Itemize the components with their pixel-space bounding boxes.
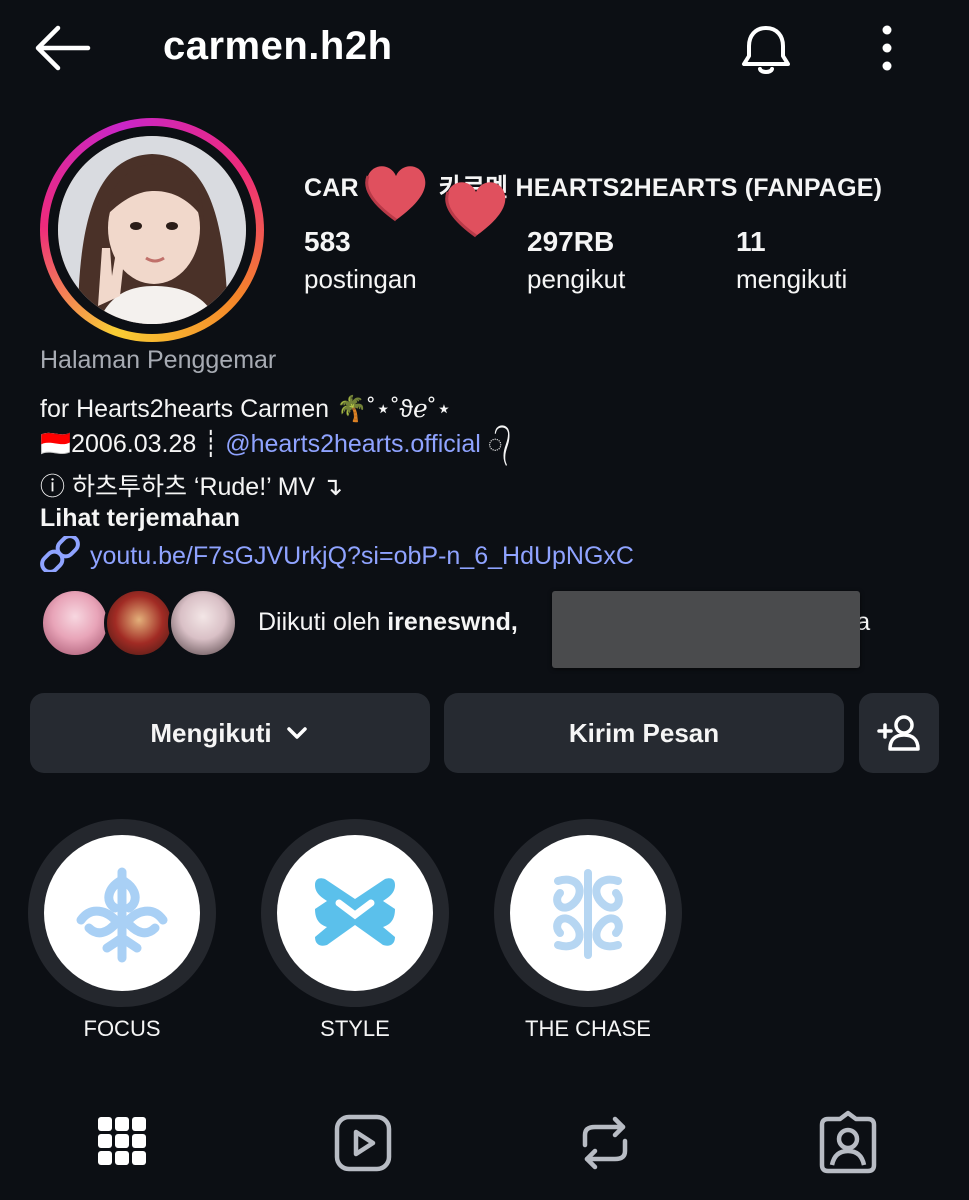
mention-link[interactable]: @hearts2hearts.official [225,430,481,458]
followers-label: pengikut [527,264,626,294]
repost-icon [582,1116,628,1170]
redaction-box [552,591,860,668]
profile-link[interactable]: youtu.be/F7sGJVUrkjQ?si=obP-n_6_HdUpNGxC [40,534,634,574]
the-chase-logo-icon [553,869,623,959]
chevron-down-icon [286,727,307,739]
reels-icon [334,1114,392,1172]
highlight-label: STYLE [320,1016,390,1041]
add-user-icon [877,715,920,751]
followers-count: 297RB [527,226,615,257]
mutual-follower-avatar[interactable] [40,588,110,658]
more-options-button[interactable] [870,22,904,74]
back-button[interactable] [30,22,94,74]
following-count: 11 [736,226,766,257]
message-button[interactable]: Kirim Pesan [444,693,844,773]
posts-count: 583 [304,226,351,257]
highlight-focus[interactable] [28,819,216,1007]
bell-icon [742,26,790,74]
tagged-icon [819,1110,877,1174]
notification-button[interactable] [736,20,796,80]
profile-category: Halaman Penggemar [40,346,277,374]
username-title: carmen.h2h [163,24,393,68]
bio-line: ⓘ 하츠투하츠 ‘Rude!’ MV ↴ [40,473,344,501]
highlight-the-chase[interactable] [494,819,682,1007]
tab-tagged[interactable] [808,1105,888,1185]
heart-sticker [365,166,426,222]
avatar[interactable] [58,136,246,324]
focus-logo-icon [76,867,168,963]
following-button[interactable]: Mengikuti [30,693,430,773]
tab-reposts[interactable] [565,1105,645,1185]
suggest-accounts-button[interactable] [859,693,939,773]
posts-label: postingan [304,264,417,294]
arrow-left-icon [35,25,91,71]
more-vertical-icon [882,25,892,71]
style-logo-icon [315,878,395,946]
mutual-follower-avatar[interactable] [168,588,238,658]
bio-line: 🇮🇩2006.03.28 ┊ @hearts2hearts.official ᭄ [40,430,512,458]
tab-posts[interactable] [82,1105,162,1185]
link-icon [40,534,80,574]
followers-stat[interactable]: 297RB pengikut [527,226,625,295]
tab-reels[interactable] [323,1105,403,1185]
following-stat[interactable]: 11 mengikuti [736,226,847,295]
grid-icon [98,1117,146,1165]
posts-stat[interactable]: 583 postingan [304,226,417,295]
profile-link-text: youtu.be/F7sGJVUrkjQ?si=obP-n_6_HdUpNGxC [90,542,634,570]
highlight-label: FOCUS [83,1016,161,1041]
mutual-follower-avatar[interactable] [104,588,174,658]
following-label: mengikuti [736,264,848,294]
profile-photo [58,136,246,324]
see-translation-link[interactable]: Lihat terjemahan [40,504,240,533]
bio-line: for Hearts2hearts Carmen 🌴˚⋆˚ϑℯ˚⋆ [40,395,452,423]
highlight-style[interactable] [261,819,449,1007]
heart-sticker [445,182,506,238]
highlight-label: THE CHASE [525,1016,651,1041]
